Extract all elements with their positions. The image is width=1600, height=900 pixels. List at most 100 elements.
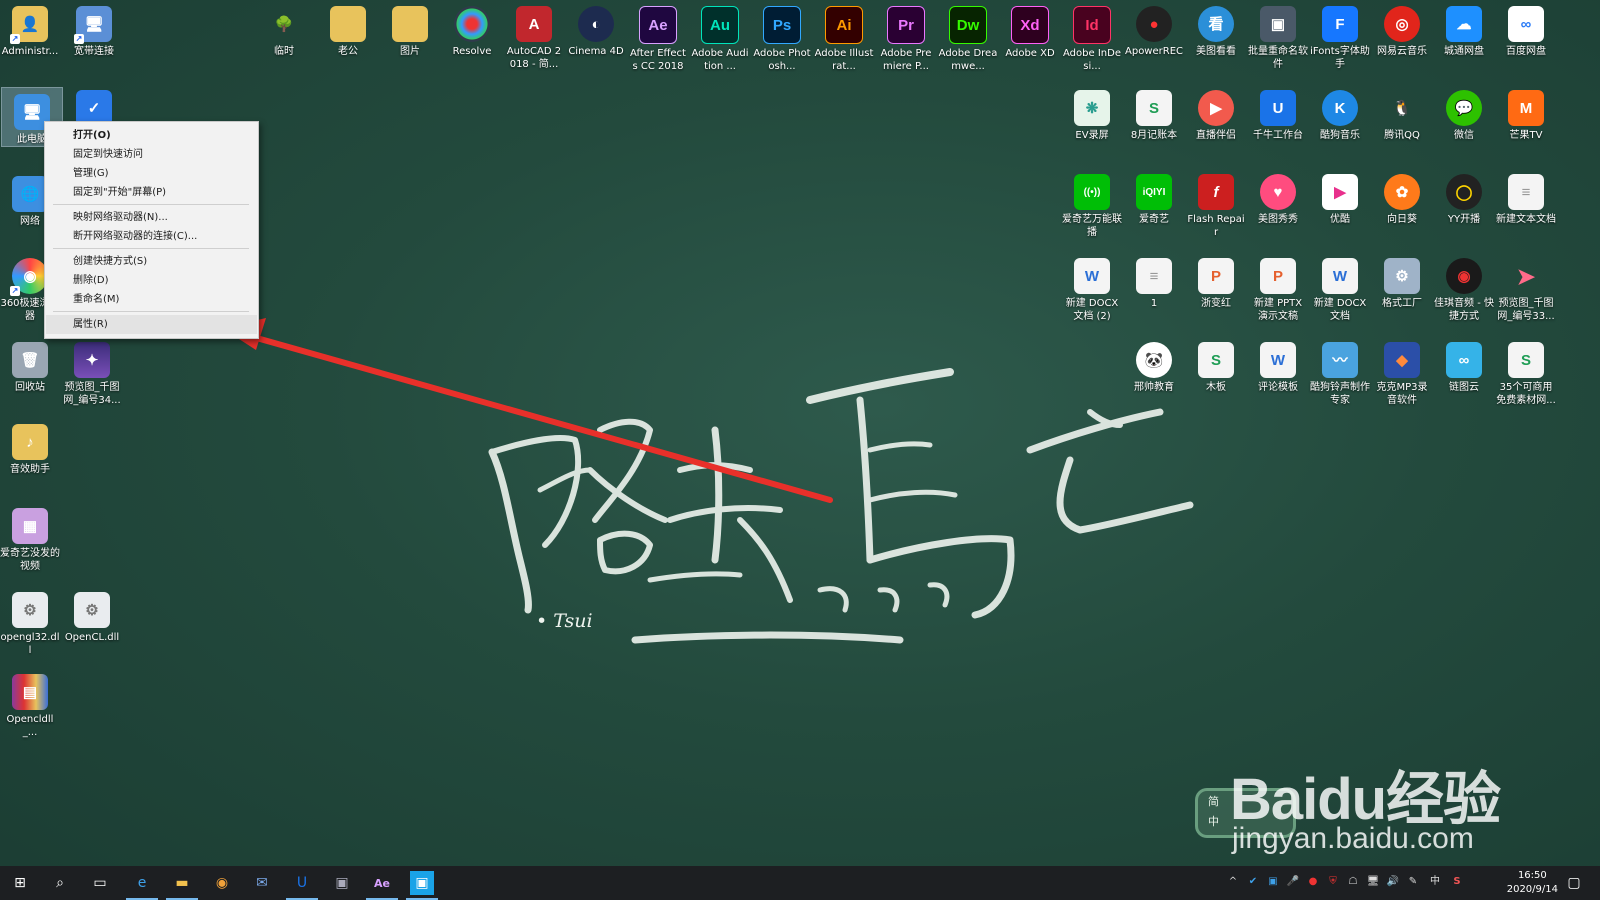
desktop-icon-live-companion[interactable]: ▶ 直播伴侣 — [1186, 84, 1246, 142]
action-center-icon[interactable]: ▢ — [1562, 871, 1586, 895]
tray-pen-icon[interactable]: ✎ — [1406, 875, 1420, 889]
menu-item-open[interactable]: 打开(O) — [46, 126, 257, 145]
tray-network-icon[interactable]: 🖥 — [1366, 875, 1380, 889]
tray-volume-icon[interactable]: 🔊 — [1386, 875, 1400, 889]
menu-item-create-shortcut[interactable]: 创建快捷方式(S) — [46, 252, 257, 271]
desktop-icon-dreamweaver[interactable]: Dw Adobe Dreamwe... — [938, 0, 998, 73]
desktop-icon-qianniu[interactable]: U 千牛工作台 — [1248, 84, 1308, 142]
desktop-icon-resolve[interactable]: Resolve — [442, 0, 502, 58]
desktop-icon-pictures[interactable]: 图片 — [380, 0, 440, 58]
desktop-icon-mp3-recorder[interactable]: ◆ 克克MP3录音软件 — [1372, 336, 1432, 407]
desktop-icon-preview-galaxy[interactable]: ✦ 预览图_千图网_编号34... — [62, 336, 122, 407]
desktop-icon-ev-recorder[interactable]: ❋ EV录屏 — [1062, 84, 1122, 142]
tray-sogou-icon[interactable]: S — [1450, 875, 1464, 889]
desktop-icon-flash-repair[interactable]: f Flash Repair — [1186, 168, 1246, 239]
desktop-icon-new-docx[interactable]: W 新建 DOCX 文档 — [1310, 252, 1370, 323]
desktop-icon-sound-helper[interactable]: ♪ 音效助手 — [0, 418, 60, 476]
desktop-icon-laogong[interactable]: 老公 — [318, 0, 378, 58]
desktop-icon-audio-shortcut[interactable]: ◉ 佳琪音频 - 快捷方式 — [1434, 252, 1494, 323]
desktop-icon-docx-2[interactable]: W 新建 DOCX 文档 (2) — [1062, 252, 1122, 323]
menu-item-rename[interactable]: 重命名(M) — [46, 290, 257, 309]
desktop[interactable]: • Tsui 👤 ↗ Administr... 🖥 ↗ 宽带连接 🖥 此电脑 ✓ 🌐… — [0, 0, 1600, 866]
desktop-icon-kugou[interactable]: K 酷狗音乐 — [1310, 84, 1370, 142]
desktop-icon-baidu-netdisk[interactable]: ∞ 百度网盘 — [1496, 0, 1556, 58]
taskbar-360-browser-icon[interactable]: ◉ — [210, 871, 234, 895]
materials-xlsx-icon: S — [1508, 342, 1544, 378]
task-view-button[interactable]: ▭ — [88, 871, 112, 895]
desktop-icon-materials-xlsx[interactable]: S 35个可商用免费素材网... — [1496, 336, 1556, 407]
desktop-icon-ledger[interactable]: S 8月记账本 — [1124, 84, 1184, 142]
tray-app-icon[interactable]: ▣ — [1266, 875, 1280, 889]
desktop-icon-autocad[interactable]: A AutoCAD 2018 - 简... — [504, 0, 564, 71]
desktop-icon-text-1[interactable]: ≡ 1 — [1124, 252, 1184, 310]
desktop-icon-qq[interactable]: 🐧 腾讯QQ — [1372, 84, 1432, 142]
taskbar-after-effects-icon[interactable]: Ae — [366, 871, 398, 900]
desktop-icon-ctfile[interactable]: ☁ 城通网盘 — [1434, 0, 1494, 58]
desktop-icon-yy-live[interactable]: ◯ YY开播 — [1434, 168, 1494, 226]
desktop-icon-indesign[interactable]: Id Adobe InDesi... — [1062, 0, 1122, 73]
desktop-icon-opengl-dll[interactable]: ⚙ opengl32.dll — [0, 586, 60, 657]
tray-record-icon[interactable]: ● — [1306, 875, 1320, 889]
desktop-icon-apowerrec[interactable]: ● ApowerREC — [1124, 0, 1184, 58]
desktop-icon-youku[interactable]: ▶ 优酷 — [1310, 168, 1370, 226]
davinci-resolve-icon — [454, 6, 490, 42]
menu-item-delete[interactable]: 删除(D) — [46, 271, 257, 290]
desktop-icon-cinema4d[interactable]: ◐ Cinema 4D — [566, 0, 626, 58]
desktop-icon-format-factory[interactable]: ⚙ 格式工厂 — [1372, 252, 1432, 310]
taskbar-network-app-icon[interactable]: ▣ — [330, 871, 354, 895]
desktop-icon-recycle-bin[interactable]: 🗑 回收站 — [0, 336, 60, 394]
desktop-icon-kugou-ringtone[interactable]: 〰酷狗铃声制作专家 — [1310, 336, 1370, 407]
desktop-icon-iqiyi-liantbo[interactable]: ((•)) 爱奇艺万能联播 — [1062, 168, 1122, 239]
desktop-icon-audition[interactable]: Au Adobe Audition ... — [690, 0, 750, 73]
desktop-icon-batch-rename[interactable]: ▣ 批量重命名软件 — [1248, 0, 1308, 71]
taskbar-clock[interactable]: 16:50 2020/9/14 — [1507, 869, 1558, 897]
taskbar-file-explorer-icon[interactable]: ▬ — [166, 871, 198, 900]
tray-shield-icon[interactable]: ⛨ — [1326, 875, 1340, 889]
desktop-icon-new-pptx[interactable]: P 新建 PPTX 演示文稿 — [1248, 252, 1308, 323]
desktop-icon-opencldll-archive[interactable]: ▤ Opencldll_... — [0, 668, 60, 739]
desktop-icon-adobe-xd[interactable]: Xd Adobe XD — [1000, 0, 1060, 60]
desktop-icon-iqiyi-videos[interactable]: ▦ 爱奇艺没发的视频 — [0, 502, 60, 573]
wechat-icon: 💬 — [1446, 90, 1482, 126]
desktop-icon-xingshuai[interactable]: 🐼 邢帅教育 — [1124, 336, 1184, 394]
desktop-icon-broadband[interactable]: 🖥 ↗ 宽带连接 — [64, 0, 124, 58]
taskbar-qianniu-icon[interactable]: U — [286, 871, 318, 900]
taskbar-mail-icon[interactable]: ✉ — [250, 871, 274, 895]
desktop-icon-after-effects[interactable]: Ae After Effects CC 2018 — [628, 0, 688, 73]
desktop-icon-netease-music[interactable]: ◎ 网易云音乐 — [1372, 0, 1432, 58]
desktop-icon-temp[interactable]: 🌳 临时 — [254, 0, 314, 58]
desktop-icon-opencl-dll[interactable]: ⚙ OpenCL.dll — [62, 586, 122, 644]
desktop-icon-muban[interactable]: S 木板 — [1186, 336, 1246, 394]
desktop-icon-illustrator[interactable]: Ai Adobe Illustrat... — [814, 0, 874, 73]
desktop-icon-ifonts[interactable]: FiFonts字体助手 — [1310, 0, 1370, 71]
tray-ime-indicator[interactable]: 中 — [1428, 875, 1442, 889]
menu-item-pin-quick-access[interactable]: 固定到快速访问 — [46, 145, 257, 164]
start-button[interactable]: ⊞ — [8, 871, 32, 895]
menu-item-properties[interactable]: 属性(R) — [46, 315, 257, 334]
desktop-icon-premiere[interactable]: Pr Adobe Premiere P... — [876, 0, 936, 73]
taskbar-edge-icon[interactable]: e — [126, 871, 158, 900]
desktop-icon-sunflower[interactable]: ✿ 向日葵 — [1372, 168, 1432, 226]
menu-item-pin-start[interactable]: 固定到"开始"屏幕(P) — [46, 183, 257, 202]
desktop-icon-iqiyi[interactable]: iQIYI 爱奇艺 — [1124, 168, 1184, 226]
tray-people-icon[interactable]: ☖ — [1346, 875, 1360, 889]
desktop-icon-wechat[interactable]: 💬 微信 — [1434, 84, 1494, 142]
taskbar-active-window-icon[interactable]: ▣ — [406, 871, 438, 900]
desktop-icon-pptx-zhebianhong[interactable]: P 浙变红 — [1186, 252, 1246, 310]
tray-overflow-icon[interactable]: ^ — [1226, 875, 1240, 889]
desktop-icon-liantuyun[interactable]: ∞ 链图云 — [1434, 336, 1494, 394]
desktop-icon-new-text-doc[interactable]: ≡ 新建文本文档 — [1496, 168, 1556, 226]
desktop-icon-photoshop[interactable]: Ps Adobe Photosh... — [752, 0, 812, 73]
menu-item-map-network-drive[interactable]: 映射网络驱动器(N)... — [46, 208, 257, 227]
desktop-icon-preview-brush[interactable]: ➤ 预览图_千图网_编号33... — [1496, 252, 1556, 323]
menu-item-manage[interactable]: 管理(G) — [46, 164, 257, 183]
desktop-icon-meitu-viewer[interactable]: 看美图看看 — [1186, 0, 1246, 58]
tray-security-icon[interactable]: ✔ — [1246, 875, 1260, 889]
desktop-icon-administrator[interactable]: 👤 ↗ Administr... — [0, 0, 60, 58]
desktop-icon-meitu-xiuxiu[interactable]: ♥ 美图秀秀 — [1248, 168, 1308, 226]
tray-microphone-icon[interactable]: 🎤 — [1286, 875, 1300, 889]
desktop-icon-comment-template[interactable]: W 评论模板 — [1248, 336, 1308, 394]
search-button[interactable]: ⌕ — [48, 871, 72, 895]
menu-item-disconnect-network-drive[interactable]: 断开网络驱动器的连接(C)... — [46, 227, 257, 246]
desktop-icon-mango-tv[interactable]: M 芒果TV — [1496, 84, 1556, 142]
